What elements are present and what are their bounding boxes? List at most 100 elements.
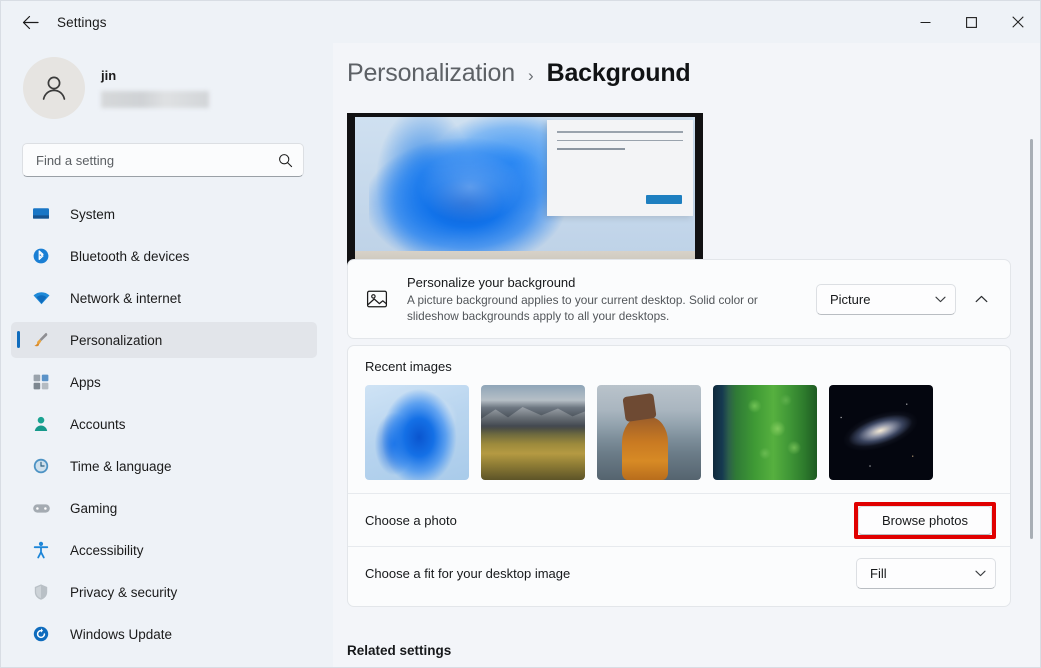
choose-photo-actions: Browse photos — [854, 501, 996, 539]
preview-wallpaper-highlight — [395, 127, 545, 247]
profile-email-redacted — [101, 91, 209, 108]
chevron-down-icon — [957, 570, 986, 577]
wifi-icon — [31, 288, 51, 308]
sidebar-item-label: Network & internet — [70, 290, 182, 306]
sidebar-item-label: Accounts — [70, 416, 126, 432]
desktop-image-fit-dropdown[interactable]: Fill — [856, 557, 996, 589]
recent-images-thumbnails — [365, 385, 1010, 480]
sidebar-item-bluetooth-devices[interactable]: Bluetooth & devices — [11, 238, 317, 274]
personalize-background-card: Personalize your background A picture ba… — [347, 259, 1011, 339]
maximize-button[interactable] — [948, 1, 994, 43]
sidebar-item-windows-update[interactable]: Windows Update — [11, 616, 317, 652]
preview-screen — [355, 117, 695, 251]
recent-images-section: Recent images — [348, 346, 1010, 493]
choose-photo-label: Choose a photo — [365, 512, 457, 528]
sidebar-item-accounts[interactable]: Accounts — [11, 406, 317, 442]
background-options-card: Recent images Choose a photo Browse phot… — [347, 345, 1011, 607]
background-type-dropdown[interactable]: Picture — [816, 283, 956, 315]
close-button[interactable] — [994, 1, 1040, 43]
sidebar-item-gaming[interactable]: Gaming — [11, 490, 317, 526]
sidebar-item-time-language[interactable]: Time & language — [11, 448, 317, 484]
image-icon — [365, 288, 388, 311]
window-controls — [902, 1, 1040, 43]
recent-image-bloom[interactable] — [365, 385, 469, 480]
sidebar-item-label: Privacy & security — [70, 584, 178, 600]
choose-fit-actions: Fill — [856, 557, 996, 589]
user-profile[interactable]: jin — [23, 57, 333, 119]
breadcrumb-separator-icon: › — [527, 66, 534, 85]
sidebar-item-label: Bluetooth & devices — [70, 248, 190, 264]
chevron-down-icon — [917, 296, 946, 303]
update-icon — [31, 624, 51, 644]
bluetooth-icon — [31, 246, 51, 266]
minimize-button[interactable] — [902, 1, 948, 43]
sidebar-item-label: Windows Update — [70, 626, 173, 642]
sidebar-item-label: Personalization — [70, 332, 163, 348]
apps-icon — [31, 372, 51, 392]
shield-icon — [31, 582, 51, 602]
collapse-section-button[interactable] — [966, 284, 996, 314]
desktop-preview — [347, 113, 703, 279]
related-settings-title: Related settings — [347, 643, 452, 658]
paintbrush-icon — [31, 330, 51, 350]
navigation-list: System Bluetooth & devices Network & int… — [1, 196, 333, 652]
breadcrumb-parent[interactable]: Personalization — [347, 59, 515, 88]
title-bar: Settings — [1, 1, 1040, 43]
close-icon — [1012, 16, 1024, 28]
preview-window-button — [646, 195, 682, 204]
scrollbar-thumb[interactable] — [1030, 139, 1033, 539]
accessibility-icon — [31, 540, 51, 560]
sidebar-item-personalization[interactable]: Personalization — [11, 322, 317, 358]
preview-window — [547, 120, 693, 216]
gamepad-icon — [31, 498, 51, 518]
sidebar-item-network-internet[interactable]: Network & internet — [11, 280, 317, 316]
content-scrollbar[interactable] — [1026, 43, 1038, 667]
back-button[interactable] — [13, 7, 47, 37]
profile-texts: jin — [101, 68, 209, 108]
person-icon — [31, 414, 51, 434]
personalize-title: Personalize your background — [407, 275, 576, 290]
recent-image-portrait[interactable] — [597, 385, 701, 480]
maximize-icon — [965, 16, 977, 28]
search-box[interactable] — [22, 143, 304, 177]
sidebar-item-system[interactable]: System — [11, 196, 317, 232]
personalize-texts: Personalize your background A picture ba… — [407, 274, 816, 324]
content-pane: Personalization › Background Personalize… — [333, 43, 1040, 667]
sidebar-item-label: Accessibility — [70, 542, 144, 558]
window-title: Settings — [57, 14, 107, 30]
page-title: Background — [546, 59, 691, 87]
breadcrumb: Personalization › Background — [347, 59, 1040, 88]
settings-window: Settings jin Find a setting System Bluet… — [0, 0, 1041, 668]
recent-image-forest[interactable] — [713, 385, 817, 480]
monitor-icon — [31, 204, 51, 224]
search-input[interactable] — [36, 152, 278, 168]
clock-icon — [31, 456, 51, 476]
search-icon — [278, 153, 293, 168]
sidebar-item-label: System — [70, 206, 116, 222]
sidebar: jin System — [1, 43, 333, 667]
back-arrow-icon — [22, 15, 39, 29]
sidebar-item-privacy-security[interactable]: Privacy & security — [11, 574, 317, 610]
person-icon — [42, 76, 66, 100]
avatar — [23, 57, 85, 119]
recent-images-title: Recent images — [365, 359, 452, 374]
choose-fit-label: Choose a fit for your desktop image — [365, 565, 571, 581]
personalize-background-row: Personalize your background A picture ba… — [348, 260, 1010, 338]
sidebar-item-accessibility[interactable]: Accessibility — [11, 532, 317, 568]
sidebar-item-label: Time & language — [70, 458, 172, 474]
browse-photos-highlight: Browse photos — [854, 501, 996, 539]
recent-image-galaxy[interactable] — [829, 385, 933, 480]
chevron-up-icon — [975, 290, 988, 308]
recent-image-mountains[interactable] — [481, 385, 585, 480]
choose-photo-row: Choose a photo Browse photos — [348, 494, 1010, 546]
desktop-image-fit-value: Fill — [870, 565, 887, 581]
background-type-value: Picture — [830, 291, 871, 307]
sidebar-item-label: Gaming — [70, 500, 118, 516]
sidebar-item-apps[interactable]: Apps — [11, 364, 317, 400]
browse-photos-button[interactable]: Browse photos — [858, 505, 992, 535]
choose-fit-row: Choose a fit for your desktop image Fill — [348, 547, 1010, 599]
sidebar-item-label: Apps — [70, 374, 101, 390]
personalize-subtitle: A picture background applies to your cur… — [407, 293, 758, 323]
profile-name: jin — [101, 68, 117, 83]
minimize-icon — [920, 21, 930, 23]
